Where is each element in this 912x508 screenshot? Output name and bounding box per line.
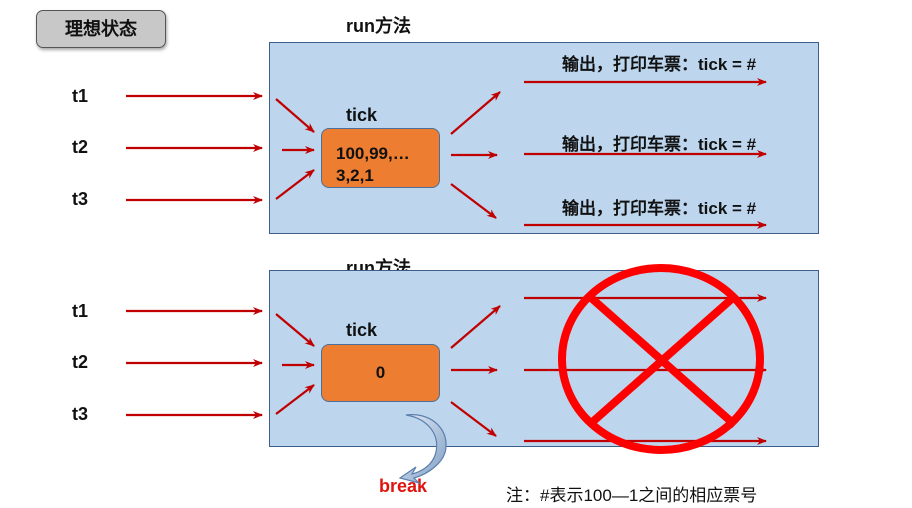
break-curved-arrow [398,414,447,485]
top-arrow-in-1 [275,98,315,133]
diagram-arrows [126,78,767,485]
bottom-arrow-in-1 [275,313,315,347]
bottom-arrow-out-1 [450,305,501,349]
top-arrow-in-3 [275,169,315,200]
bottom-arrow-out-3 [450,401,497,437]
prohibition-cross [558,264,764,454]
top-arrow-out-1 [450,91,501,135]
bottom-arrow-in-3 [275,384,315,415]
top-arrow-out-3 [450,183,497,219]
